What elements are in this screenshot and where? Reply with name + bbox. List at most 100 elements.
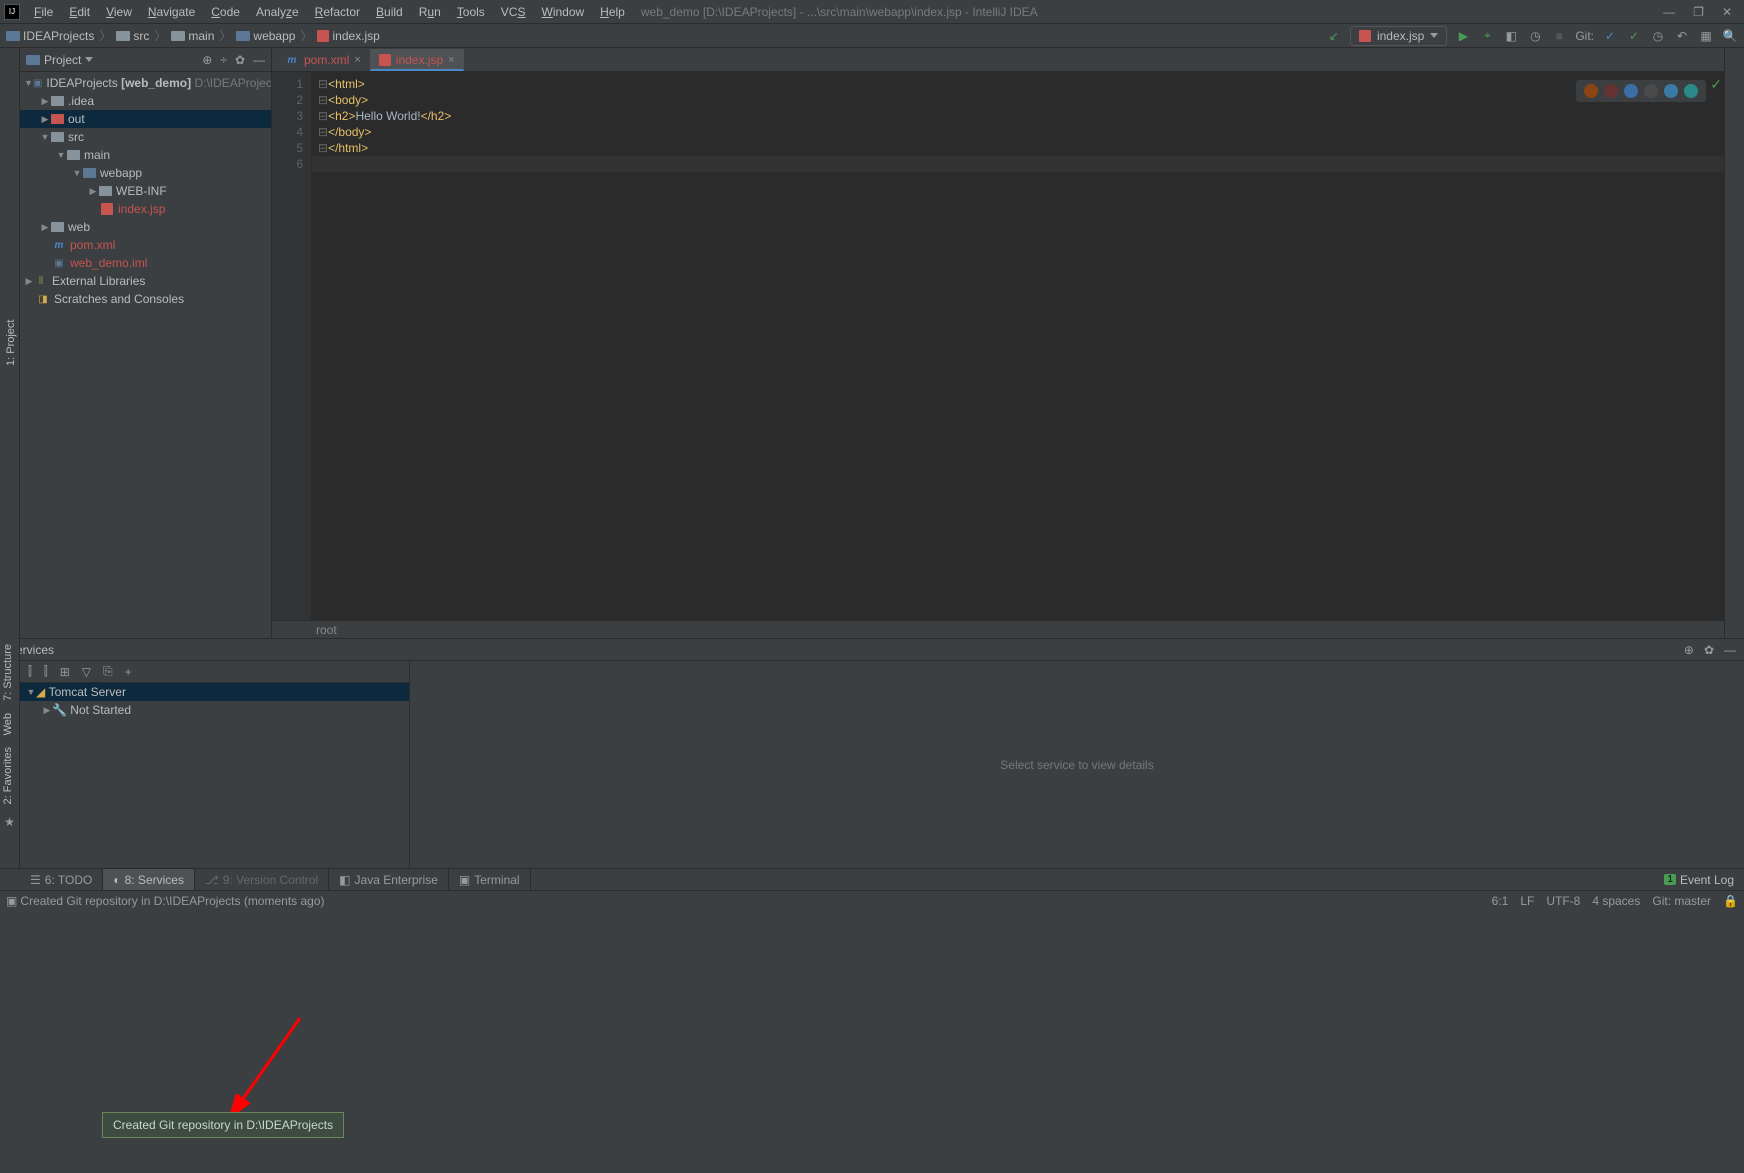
sidebar-tab-project[interactable]: 1: Project	[3, 48, 19, 638]
git-pull-icon[interactable]: ✓	[1602, 28, 1618, 44]
menu-tools[interactable]: Tools	[449, 5, 493, 19]
tree-webapp[interactable]: ▼webapp	[20, 164, 271, 182]
breadcrumb-item[interactable]: IDEAProjects	[6, 29, 94, 43]
tree-webinf[interactable]: ▶WEB-INF	[20, 182, 271, 200]
service-tomcat[interactable]: ▼ ◢ Tomcat Server	[20, 683, 409, 701]
close-icon[interactable]: ×	[448, 54, 454, 66]
run-config-selector[interactable]: index.jsp	[1350, 26, 1447, 46]
breadcrumb-item[interactable]: main	[171, 29, 214, 43]
git-commit-icon[interactable]: ✓	[1626, 28, 1642, 44]
back-icon[interactable]: ↙	[1326, 28, 1342, 44]
service-not-started[interactable]: ▶ 🔧 Not Started	[20, 701, 409, 719]
gear-icon[interactable]: ✿	[1704, 643, 1714, 657]
sidebar-tab-web[interactable]: Web	[0, 707, 16, 741]
menu-analyze[interactable]: Analyze	[248, 5, 307, 19]
menu-window[interactable]: Window	[533, 5, 592, 19]
breadcrumb-item[interactable]: src	[116, 29, 149, 43]
menu-run[interactable]: Run	[411, 5, 449, 19]
status-bar: ▣ Created Git repository in D:\IDEAProje…	[0, 890, 1744, 910]
tab-terminal[interactable]: ▣Terminal	[449, 869, 531, 890]
tree-indexjsp[interactable]: index.jsp	[20, 200, 271, 218]
tree-scratches[interactable]: ◨Scratches and Consoles	[20, 290, 271, 308]
stop-icon[interactable]: ■	[1551, 28, 1567, 44]
git-revert-icon[interactable]: ↶	[1674, 28, 1690, 44]
code-editor[interactable]: 123456 ⊟<html> ⊟<body> ⊟<h2>Hello World!…	[272, 72, 1724, 620]
tab-todo[interactable]: ☰6: TODO	[20, 869, 103, 890]
opera-icon[interactable]	[1644, 84, 1658, 98]
flatten-icon[interactable]: ÷	[220, 53, 227, 67]
breadcrumb: IDEAProjects 〉 src 〉 main 〉 webapp 〉 ind…	[6, 27, 380, 44]
tab-version-control[interactable]: ⎇9: Version Control	[195, 869, 329, 890]
menu-code[interactable]: Code	[203, 5, 248, 19]
expand-all-icon[interactable]: ⫿	[28, 664, 32, 679]
safari-icon[interactable]	[1624, 84, 1638, 98]
group-icon[interactable]: ⊞	[60, 665, 70, 679]
add-icon[interactable]: +	[125, 665, 132, 679]
ie-icon[interactable]	[1664, 84, 1678, 98]
edge-icon[interactable]	[1684, 84, 1698, 98]
editor-tab-index[interactable]: index.jsp ×	[370, 49, 464, 71]
close-icon[interactable]: ×	[354, 54, 360, 66]
sidebar-tab-structure[interactable]: 7: Structure	[0, 638, 16, 707]
firefox-icon[interactable]	[1584, 84, 1598, 98]
close-icon[interactable]: ✕	[1722, 5, 1732, 19]
editor-breadcrumb[interactable]: root	[272, 620, 1724, 638]
hide-icon[interactable]: —	[1724, 643, 1736, 657]
tab-event-log[interactable]: 1Event Log	[1664, 873, 1744, 887]
menu-view[interactable]: View	[98, 5, 140, 19]
pin-icon[interactable]: ⎘	[103, 664, 113, 679]
gear-icon[interactable]: ✿	[235, 53, 245, 67]
profile-icon[interactable]: ◷	[1527, 28, 1543, 44]
breadcrumb-item[interactable]: index.jsp	[317, 29, 379, 43]
tab-java-enterprise[interactable]: ◧Java Enterprise	[329, 869, 449, 890]
search-icon[interactable]: 🔍	[1722, 28, 1738, 44]
tree-pom[interactable]: mpom.xml	[20, 236, 271, 254]
editor-tab-pom[interactable]: m pom.xml ×	[276, 49, 370, 71]
hide-icon[interactable]: —	[253, 53, 265, 67]
file-encoding[interactable]: UTF-8	[1546, 894, 1580, 908]
line-separator[interactable]: LF	[1520, 894, 1534, 908]
tree-root[interactable]: ▼▣ IDEAProjects [web_demo] D:\IDEAProjec…	[20, 74, 271, 92]
tree-libs[interactable]: ▶⫴External Libraries	[20, 272, 271, 290]
tree-src[interactable]: ▼src	[20, 128, 271, 146]
git-history-icon[interactable]: ◷	[1650, 28, 1666, 44]
chrome-icon[interactable]	[1604, 84, 1618, 98]
menu-help[interactable]: Help	[592, 5, 633, 19]
menu-edit[interactable]: Edit	[61, 5, 98, 19]
git-branch[interactable]: Git: master	[1652, 894, 1711, 908]
run-icon[interactable]: ▶	[1455, 28, 1471, 44]
menu-file[interactable]: File	[26, 5, 61, 19]
tree-idea[interactable]: ▶.idea	[20, 92, 271, 110]
expand-icon[interactable]: ⊕	[1684, 643, 1694, 657]
run-config-label: index.jsp	[1377, 29, 1424, 43]
tomcat-icon: ◢	[36, 685, 45, 699]
coverage-icon[interactable]: ◧	[1503, 28, 1519, 44]
tab-services[interactable]: ◐8: Services	[103, 869, 195, 890]
status-icon[interactable]: ▣	[6, 894, 17, 908]
menu-build[interactable]: Build	[368, 5, 411, 19]
project-panel: Project ⊕ ÷ ✿ — ▼▣ IDEAProjects [web_dem…	[20, 48, 272, 638]
jsp-icon	[379, 54, 391, 66]
lock-icon[interactable]: 🔒	[1723, 894, 1738, 908]
tree-web[interactable]: ▶web	[20, 218, 271, 236]
breadcrumb-item[interactable]: webapp	[236, 29, 295, 43]
tree-out[interactable]: ▶out	[20, 110, 271, 128]
chevron-down-icon[interactable]	[85, 57, 93, 62]
indent-setting[interactable]: 4 spaces	[1592, 894, 1640, 908]
sidebar-tab-favorites[interactable]: 2: Favorites	[0, 741, 16, 810]
collapse-all-icon[interactable]: ⫿	[44, 664, 48, 679]
tree-iml[interactable]: ▣web_demo.iml	[20, 254, 271, 272]
filter-icon[interactable]: ▽	[82, 665, 91, 679]
menu-navigate[interactable]: Navigate	[140, 5, 203, 19]
tree-main[interactable]: ▼main	[20, 146, 271, 164]
inspection-ok-icon[interactable]: ✓	[1710, 76, 1722, 93]
project-structure-icon[interactable]: ▦	[1698, 28, 1714, 44]
maximize-icon[interactable]: ❐	[1693, 5, 1704, 19]
debug-icon[interactable]: ⌖	[1479, 28, 1495, 44]
cursor-position[interactable]: 6:1	[1492, 894, 1509, 908]
menu-refactor[interactable]: Refactor	[307, 5, 368, 19]
star-icon[interactable]: ★	[0, 815, 19, 829]
menu-vcs[interactable]: VCS	[493, 5, 534, 19]
target-icon[interactable]: ⊕	[202, 53, 212, 67]
minimize-icon[interactable]: —	[1663, 5, 1675, 19]
